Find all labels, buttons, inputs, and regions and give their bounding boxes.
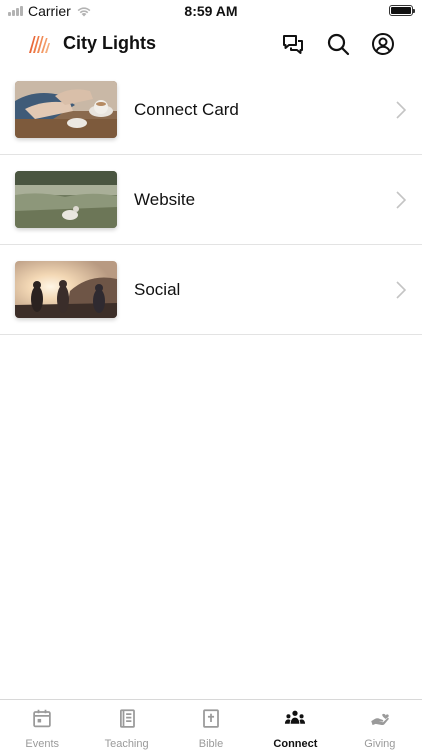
tab-teaching[interactable]: Teaching bbox=[84, 700, 168, 750]
tab-teaching-label: Teaching bbox=[104, 738, 149, 750]
social-thumbnail bbox=[15, 261, 117, 318]
connect-list: Connect Card Website Social bbox=[0, 65, 422, 335]
tab-giving-label: Giving bbox=[364, 738, 396, 750]
status-bar: Carrier 8:59 AM bbox=[0, 0, 422, 22]
chevron-right-icon bbox=[396, 101, 406, 119]
giving-hand-icon bbox=[371, 713, 389, 726]
chat-icon[interactable] bbox=[280, 31, 306, 57]
connect-card-thumbnail bbox=[15, 81, 117, 138]
website-thumbnail bbox=[15, 171, 117, 228]
tab-bar: Events Teaching Bible Connect Giving bbox=[0, 699, 422, 750]
tab-bible[interactable]: Bible bbox=[169, 700, 253, 750]
social-item[interactable]: Social bbox=[0, 245, 422, 335]
search-icon[interactable] bbox=[325, 31, 351, 57]
website-item[interactable]: Website bbox=[0, 155, 422, 245]
status-time: 8:59 AM bbox=[184, 3, 238, 19]
city-lights-logo-icon bbox=[27, 32, 51, 56]
profile-icon[interactable] bbox=[370, 31, 396, 57]
tab-connect-label: Connect bbox=[273, 738, 318, 750]
chevron-right-icon bbox=[396, 281, 406, 299]
app-title: City Lights bbox=[63, 33, 156, 53]
tab-connect[interactable]: Connect bbox=[253, 700, 337, 750]
bible-icon bbox=[203, 709, 219, 728]
book-icon bbox=[119, 709, 135, 728]
tab-giving[interactable]: Giving bbox=[338, 700, 422, 750]
people-icon bbox=[285, 710, 306, 724]
tab-events-label: Events bbox=[25, 738, 60, 750]
website-label: Website bbox=[134, 190, 196, 209]
social-label: Social bbox=[134, 280, 181, 299]
tab-events[interactable]: Events bbox=[0, 700, 84, 750]
app-header: City Lights bbox=[0, 22, 422, 66]
battery-icon bbox=[389, 5, 415, 16]
connect-card-item[interactable]: Connect Card bbox=[0, 65, 422, 155]
connect-card-label: Connect Card bbox=[134, 100, 239, 119]
chevron-right-icon bbox=[396, 191, 406, 209]
calendar-icon bbox=[33, 709, 51, 728]
tab-bible-label: Bible bbox=[198, 738, 224, 750]
